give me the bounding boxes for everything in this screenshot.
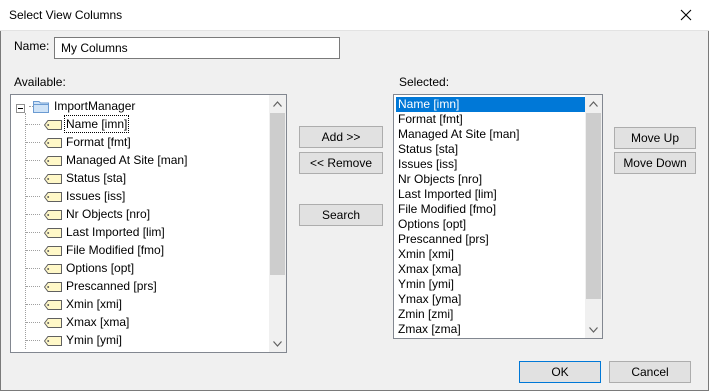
- scroll-down-icon[interactable]: [269, 335, 286, 352]
- tree-connector: [26, 142, 40, 143]
- scroll-thumb[interactable]: [586, 113, 601, 299]
- selected-list-item[interactable]: Zmin [zmi]: [396, 307, 602, 322]
- tree-item-label: Xmin [xmi]: [66, 297, 123, 311]
- tree-connector: [26, 160, 40, 161]
- tree-item-label: Last Imported [lim]: [66, 225, 165, 239]
- selected-list-item[interactable]: Last Imported [lim]: [396, 187, 602, 202]
- move-up-button[interactable]: Move Up: [614, 127, 696, 149]
- field-tag-icon: [43, 209, 62, 220]
- tree-item-label: File Modified [fmo]: [66, 243, 165, 257]
- tree-connector: [26, 232, 40, 233]
- tree-item[interactable]: Last Imported [lim]: [43, 223, 165, 241]
- selected-list-item[interactable]: Ymin [ymi]: [396, 277, 602, 292]
- tree-connector: [26, 304, 40, 305]
- tree-item[interactable]: Xmax [xma]: [43, 313, 130, 331]
- tree-connector: [26, 250, 40, 251]
- tree-item[interactable]: Xmin [xmi]: [43, 295, 123, 313]
- field-tag-icon: [43, 317, 62, 328]
- field-tag-icon: [43, 173, 62, 184]
- selected-list-item[interactable]: Zmax [zma]: [396, 322, 602, 337]
- scroll-down-icon[interactable]: [585, 321, 602, 338]
- folder-icon: [33, 99, 49, 113]
- window-title: Select View Columns: [9, 8, 123, 22]
- scroll-thumb[interactable]: [270, 113, 285, 275]
- tree-connector: [26, 196, 40, 197]
- ok-button[interactable]: OK: [519, 361, 601, 383]
- selected-list-item[interactable]: Xmin [xmi]: [396, 247, 602, 262]
- selected-list-item[interactable]: Prescanned [prs]: [396, 232, 602, 247]
- field-tag-icon: [43, 335, 62, 346]
- tree-item[interactable]: Name [imn]: [43, 115, 130, 133]
- tree-item-label: Managed At Site [man]: [66, 153, 188, 167]
- available-tree[interactable]: ImportManager Name [imn] Format [fmt] Mana…: [10, 94, 287, 353]
- tree-item[interactable]: Ymin [ymi]: [43, 331, 123, 349]
- field-tag-icon: [43, 119, 62, 130]
- scroll-up-icon[interactable]: [585, 95, 602, 112]
- selected-label: Selected:: [399, 75, 450, 89]
- cancel-button[interactable]: Cancel: [609, 361, 691, 383]
- tree-item-label: Xmax [xma]: [66, 315, 130, 329]
- selected-list-item[interactable]: Issues [iss]: [396, 157, 602, 172]
- tree-item-label: Nr Objects [nro]: [66, 207, 151, 221]
- field-tag-icon: [43, 227, 62, 238]
- tree-item-label: Format [fmt]: [66, 135, 131, 149]
- tree-item-label: Ymin [ymi]: [66, 333, 123, 347]
- scroll-up-icon[interactable]: [269, 95, 286, 112]
- collapse-icon[interactable]: [16, 102, 25, 113]
- tree-connector: [26, 124, 40, 125]
- tree-connector: [26, 340, 40, 341]
- search-button[interactable]: Search: [299, 204, 383, 226]
- tree-root-label: ImportManager: [54, 99, 136, 113]
- field-tag-icon: [43, 155, 62, 166]
- selected-scrollbar[interactable]: [585, 95, 602, 338]
- available-label: Available:: [14, 75, 66, 89]
- close-icon[interactable]: [663, 0, 709, 30]
- tree-connector: [26, 286, 40, 287]
- field-tag-icon: [43, 137, 62, 148]
- tree-item[interactable]: File Modified [fmo]: [43, 241, 165, 259]
- tree-guide-line: [25, 113, 26, 349]
- selected-list-item[interactable]: Format [fmt]: [396, 112, 602, 127]
- selected-list-item[interactable]: File Modified [fmo]: [396, 202, 602, 217]
- selected-list-item[interactable]: Xmax [xma]: [396, 262, 602, 277]
- tree-item-label: Name [imn]: [63, 115, 130, 133]
- tree-item[interactable]: Prescanned [prs]: [43, 277, 157, 295]
- tree-item[interactable]: Nr Objects [nro]: [43, 205, 151, 223]
- tree-root[interactable]: ImportManager: [16, 97, 135, 115]
- tree-item[interactable]: Managed At Site [man]: [43, 151, 188, 169]
- selected-list-item[interactable]: Ymax [yma]: [396, 292, 602, 307]
- tree-item-label: Status [sta]: [66, 171, 127, 185]
- name-field[interactable]: My Columns: [54, 37, 340, 59]
- field-tag-icon: [43, 281, 62, 292]
- selected-list-item[interactable]: Nr Objects [nro]: [396, 172, 602, 187]
- available-scrollbar[interactable]: [269, 95, 286, 352]
- name-label: Name:: [14, 39, 50, 53]
- field-tag-icon: [43, 263, 62, 274]
- tree-item-label: Issues [iss]: [66, 189, 126, 203]
- move-down-button[interactable]: Move Down: [614, 152, 696, 174]
- title-bar[interactable]: Select View Columns: [0, 0, 709, 31]
- tree-connector: [26, 268, 40, 269]
- tree-item[interactable]: Status [sta]: [43, 169, 127, 187]
- tree-connector: [26, 214, 40, 215]
- add-button[interactable]: Add >>: [299, 126, 383, 148]
- selected-list-item[interactable]: Name [imn]: [396, 97, 602, 112]
- selected-list[interactable]: Name [imn] Format [fmt] Managed At Site [m…: [393, 94, 603, 339]
- tree-item-label: Prescanned [prs]: [66, 279, 157, 293]
- tree-connector: [26, 322, 40, 323]
- field-tag-icon: [43, 245, 62, 256]
- selected-list-item[interactable]: Managed At Site [man]: [396, 127, 602, 142]
- field-tag-icon: [43, 191, 62, 202]
- tree-item-label: Options [opt]: [66, 261, 135, 275]
- remove-button[interactable]: << Remove: [299, 152, 383, 174]
- selected-list-item[interactable]: Options [opt]: [396, 217, 602, 232]
- tree-connector: [26, 178, 40, 179]
- tree-item[interactable]: Format [fmt]: [43, 133, 131, 151]
- field-tag-icon: [43, 299, 62, 310]
- selected-list-item[interactable]: Status [sta]: [396, 142, 602, 157]
- tree-item[interactable]: Options [opt]: [43, 259, 135, 277]
- tree-item[interactable]: Issues [iss]: [43, 187, 126, 205]
